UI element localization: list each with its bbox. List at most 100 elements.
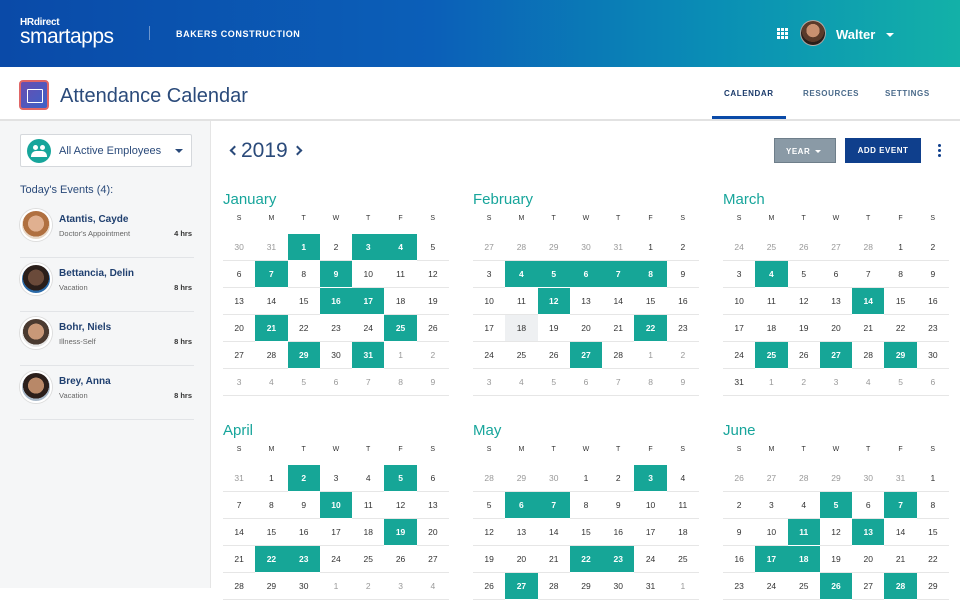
day-cell[interactable]: 16 [916, 288, 949, 315]
day-cell-event[interactable]: 27 [819, 342, 853, 369]
day-cell[interactable]: 21 [223, 546, 256, 573]
day-cell-event[interactable]: 27 [569, 342, 603, 369]
day-cell[interactable]: 9 [916, 261, 949, 288]
day-cell[interactable]: 19 [819, 546, 853, 573]
day-cell-event[interactable]: 18 [787, 546, 820, 573]
day-cell[interactable]: 26 [723, 465, 756, 492]
day-cell[interactable]: 29 [916, 573, 949, 600]
day-cell[interactable]: 31 [223, 465, 256, 492]
previous-year-chevron-icon[interactable] [229, 145, 240, 156]
day-cell[interactable]: 30 [852, 465, 885, 492]
day-cell-event[interactable]: 2 [287, 465, 320, 492]
add-event-button[interactable]: ADD EVENT [845, 138, 921, 163]
day-cell-event[interactable]: 9 [319, 261, 353, 288]
view-select-button[interactable]: YEAR [774, 138, 836, 163]
day-cell-event[interactable]: 28 [884, 573, 917, 600]
day-cell-event[interactable]: 26 [819, 573, 853, 600]
day-cell-event[interactable]: 17 [755, 546, 788, 573]
day-cell[interactable]: 24 [755, 573, 788, 600]
day-cell[interactable]: 25 [787, 573, 820, 600]
day-cell[interactable]: 25 [755, 234, 788, 261]
day-cell[interactable]: 5 [884, 369, 917, 396]
next-year-chevron-icon[interactable] [292, 145, 303, 156]
user-name[interactable]: Walter [836, 27, 875, 42]
day-cell[interactable]: 1 [634, 342, 667, 369]
day-cell[interactable]: 7 [852, 261, 885, 288]
day-cell[interactable]: 22 [287, 315, 320, 342]
day-cell[interactable]: 12 [416, 261, 449, 288]
day-cell[interactable]: 3 [473, 369, 506, 396]
day-cell[interactable]: 3 [384, 573, 417, 600]
day-cell[interactable]: 20 [505, 546, 538, 573]
day-cell[interactable]: 17 [723, 315, 756, 342]
day-cell[interactable]: 3 [755, 492, 788, 519]
day-cell[interactable]: 4 [352, 465, 385, 492]
day-cell[interactable]: 3 [319, 465, 353, 492]
day-cell-event[interactable]: 25 [384, 315, 417, 342]
day-cell[interactable]: 9 [666, 369, 699, 396]
day-cell[interactable]: 15 [569, 519, 603, 546]
day-cell[interactable]: 18 [352, 519, 385, 546]
day-cell-event[interactable]: 17 [352, 288, 385, 315]
day-cell[interactable]: 23 [916, 315, 949, 342]
day-cell[interactable]: 26 [787, 342, 820, 369]
day-cell[interactable]: 30 [602, 573, 635, 600]
tab-calendar[interactable]: CALENDAR [724, 89, 774, 98]
day-cell[interactable]: 9 [602, 492, 635, 519]
day-cell[interactable]: 24 [352, 315, 385, 342]
day-cell[interactable]: 20 [569, 315, 603, 342]
day-cell[interactable]: 21 [852, 315, 885, 342]
day-cell[interactable]: 29 [537, 234, 570, 261]
day-cell-event[interactable]: 22 [255, 546, 288, 573]
day-cell[interactable]: 1 [884, 234, 917, 261]
day-cell[interactable]: 8 [569, 492, 603, 519]
day-cell-event[interactable]: 4 [755, 261, 788, 288]
day-cell[interactable]: 1 [319, 573, 353, 600]
day-cell[interactable]: 1 [384, 342, 417, 369]
day-cell[interactable]: 8 [884, 261, 917, 288]
day-cell[interactable]: 30 [537, 465, 570, 492]
day-cell[interactable]: 5 [537, 369, 570, 396]
employee-filter-dropdown[interactable]: All Active Employees [20, 134, 192, 167]
more-options-icon[interactable] [938, 144, 941, 157]
day-cell-event[interactable]: 7 [602, 261, 635, 288]
day-cell[interactable]: 28 [505, 234, 538, 261]
day-cell[interactable]: 24 [319, 546, 353, 573]
day-cell[interactable]: 4 [255, 369, 288, 396]
apps-grid-icon[interactable] [777, 28, 788, 39]
day-cell[interactable]: 2 [602, 465, 635, 492]
event-list-item[interactable]: Bettancia, Delin Vacation 8 hrs [20, 258, 194, 312]
day-cell[interactable]: 20 [819, 315, 853, 342]
day-cell[interactable]: 21 [602, 315, 635, 342]
day-cell[interactable]: 21 [537, 546, 570, 573]
day-cell[interactable]: 2 [723, 492, 756, 519]
day-cell[interactable]: 2 [416, 342, 449, 369]
day-cell[interactable]: 26 [384, 546, 417, 573]
day-cell[interactable]: 26 [416, 315, 449, 342]
day-cell[interactable]: 13 [505, 519, 538, 546]
day-cell-event[interactable]: 23 [602, 546, 635, 573]
day-cell[interactable]: 16 [723, 546, 756, 573]
day-cell[interactable]: 23 [319, 315, 353, 342]
day-cell-event[interactable]: 22 [569, 546, 603, 573]
day-cell[interactable]: 3 [473, 261, 506, 288]
day-cell-event[interactable]: 7 [537, 492, 570, 519]
day-cell[interactable]: 28 [852, 234, 885, 261]
day-cell-event[interactable]: 19 [384, 519, 417, 546]
day-cell[interactable]: 22 [916, 546, 949, 573]
day-cell[interactable]: 23 [723, 573, 756, 600]
day-cell[interactable]: 5 [416, 234, 449, 261]
day-cell[interactable]: 14 [255, 288, 288, 315]
day-cell[interactable]: 14 [537, 519, 570, 546]
day-cell-event[interactable]: 31 [352, 342, 385, 369]
tab-resources[interactable]: RESOURCES [803, 89, 859, 98]
day-cell[interactable]: 6 [319, 369, 353, 396]
day-cell-event[interactable]: 16 [319, 288, 353, 315]
day-cell[interactable]: 27 [755, 465, 788, 492]
day-cell[interactable]: 15 [287, 288, 320, 315]
day-cell[interactable]: 1 [916, 465, 949, 492]
day-cell[interactable]: 24 [723, 234, 756, 261]
day-cell[interactable]: 14 [884, 519, 917, 546]
day-cell[interactable]: 6 [416, 465, 449, 492]
day-cell[interactable]: 30 [287, 573, 320, 600]
